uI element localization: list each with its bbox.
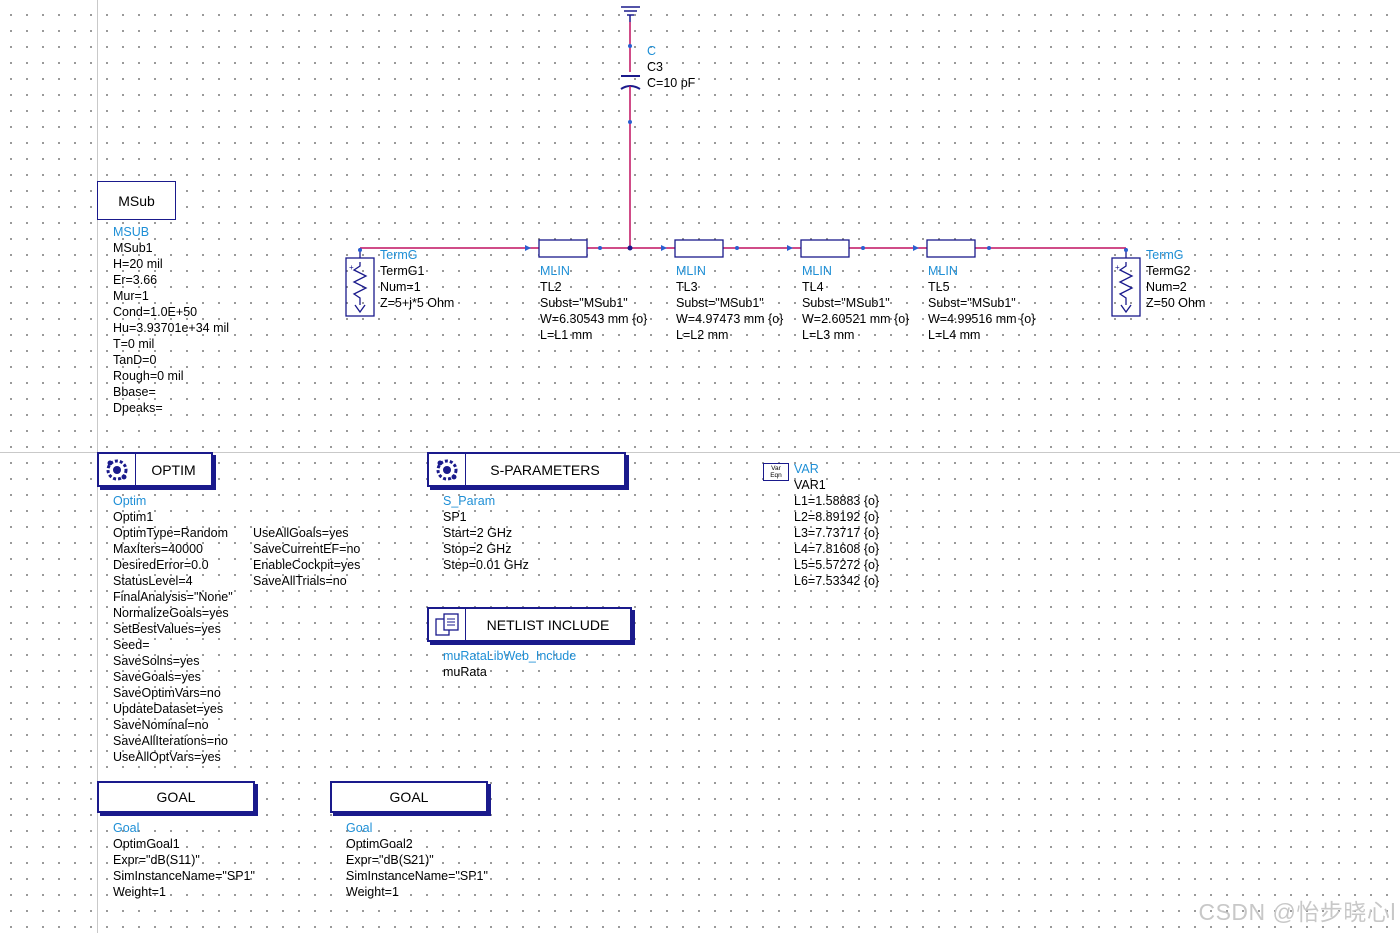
netlist-include-values: muRataLibWeb_Include muRata (443, 649, 577, 679)
mlin-tl5-label: MLIN TL5 Subst="MSub1" W=4.99516 mm {o} … (928, 264, 1036, 342)
ground-symbol (621, 6, 640, 22)
var-label: VAR VAR1 L1=1.58883 {o} L2=8.89192 {o} L… (794, 462, 880, 588)
mlin-tl4-label: MLIN TL4 Subst="MSub1" W=2.60521 mm {o} … (802, 264, 910, 342)
optim-parameters: Optim Optim1 OptimType=Random MaxIters=4… (113, 494, 233, 764)
svg-text:+: + (349, 263, 354, 272)
msub-parameters: MSUB MSub1 H=20 mil Er=3.66 Mur=1 Cond=1… (113, 225, 230, 415)
gear-cluster-icon (429, 454, 466, 485)
term-g2[interactable]: + (1111, 248, 1141, 317)
svg-text:+: + (1115, 263, 1120, 272)
optim-parameters-column2: UseAllGoals=yes SaveCurrentEF=no EnableC… (253, 526, 361, 588)
goal-1-component[interactable]: GOAL (97, 781, 255, 813)
term-g1-label: TermG TermG1 Num=1 Z=5+j*5 Ohm (380, 248, 455, 310)
goal-2-component[interactable]: GOAL (330, 781, 488, 813)
msub-component[interactable]: MSub (97, 181, 176, 220)
netlist-file-icon (429, 609, 466, 640)
mlin-tl2-label: MLIN TL2 Subst="MSub1" W=6.30543 mm {o} … (540, 264, 648, 342)
mlin-tl3-label: MLIN TL3 Subst="MSub1" W=4.97473 mm {o} … (676, 264, 784, 342)
term-g2-label: TermG TermG2 Num=2 Z=50 Ohm (1146, 248, 1206, 310)
csdn-watermark: CSDN @怡步晓心l (1198, 899, 1396, 925)
optim-controller[interactable]: OPTIM (97, 452, 213, 487)
goal-2-values: Goal OptimGoal2 Expr="dB(S21)" SimInstan… (346, 821, 488, 899)
capacitor-label: C C3 C=10 pF (647, 44, 696, 90)
var-eqn-icon[interactable]: Var Eqn (763, 463, 789, 481)
s-parameters-values: S_Param SP1 Start=2 GHz Stop=2 GHz Step=… (443, 494, 529, 572)
term-g1[interactable]: + (345, 248, 375, 317)
s-parameters-controller[interactable]: S-PARAMETERS (427, 452, 626, 487)
netlist-include-component[interactable]: NETLIST INCLUDE (427, 607, 632, 642)
gear-cluster-icon (99, 454, 136, 485)
goal-1-values: Goal OptimGoal1 Expr="dB(S11)" SimInstan… (113, 821, 255, 899)
capacitor-c3[interactable] (620, 22, 641, 248)
